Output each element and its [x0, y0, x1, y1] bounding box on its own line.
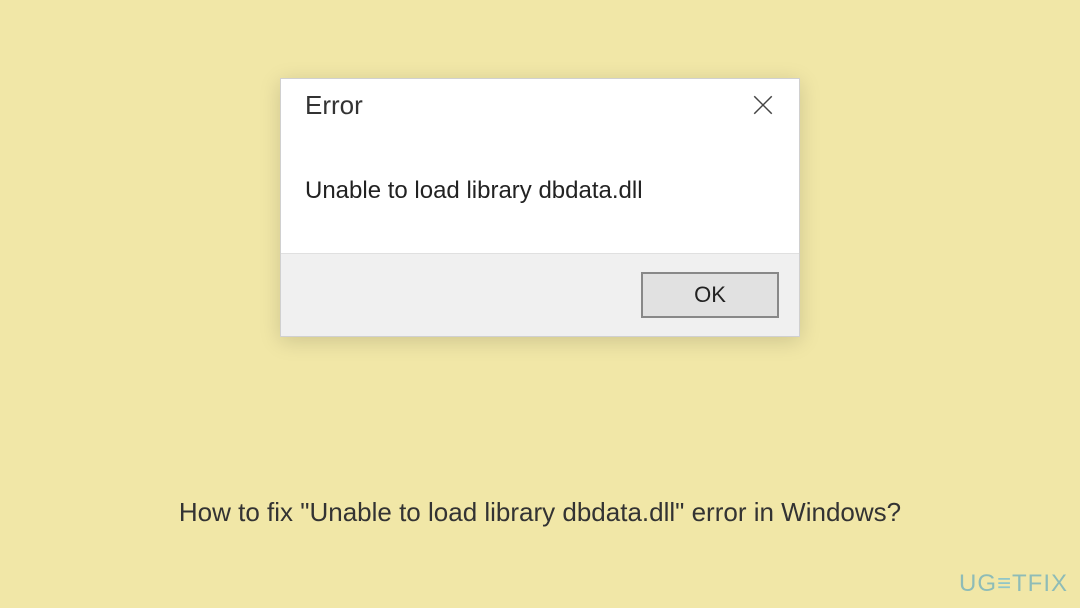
ok-button[interactable]: OK: [641, 272, 779, 318]
error-dialog: Error Unable to load library dbdata.dll …: [280, 78, 800, 337]
close-button[interactable]: [743, 89, 783, 121]
watermark-logo: UG≡TFIX: [959, 570, 1068, 598]
dialog-footer: OK: [281, 253, 799, 336]
watermark-part3: TFIX: [1012, 570, 1068, 597]
watermark-accent: ≡: [997, 570, 1012, 597]
dialog-body: Unable to load library dbdata.dll: [281, 129, 799, 253]
dialog-titlebar: Error: [281, 79, 799, 129]
dialog-message: Unable to load library dbdata.dll: [305, 177, 775, 205]
watermark-part1: UG: [959, 570, 997, 597]
dialog-title: Error: [305, 90, 363, 121]
close-icon: [753, 95, 773, 115]
article-caption: How to fix "Unable to load library dbdat…: [0, 497, 1080, 528]
